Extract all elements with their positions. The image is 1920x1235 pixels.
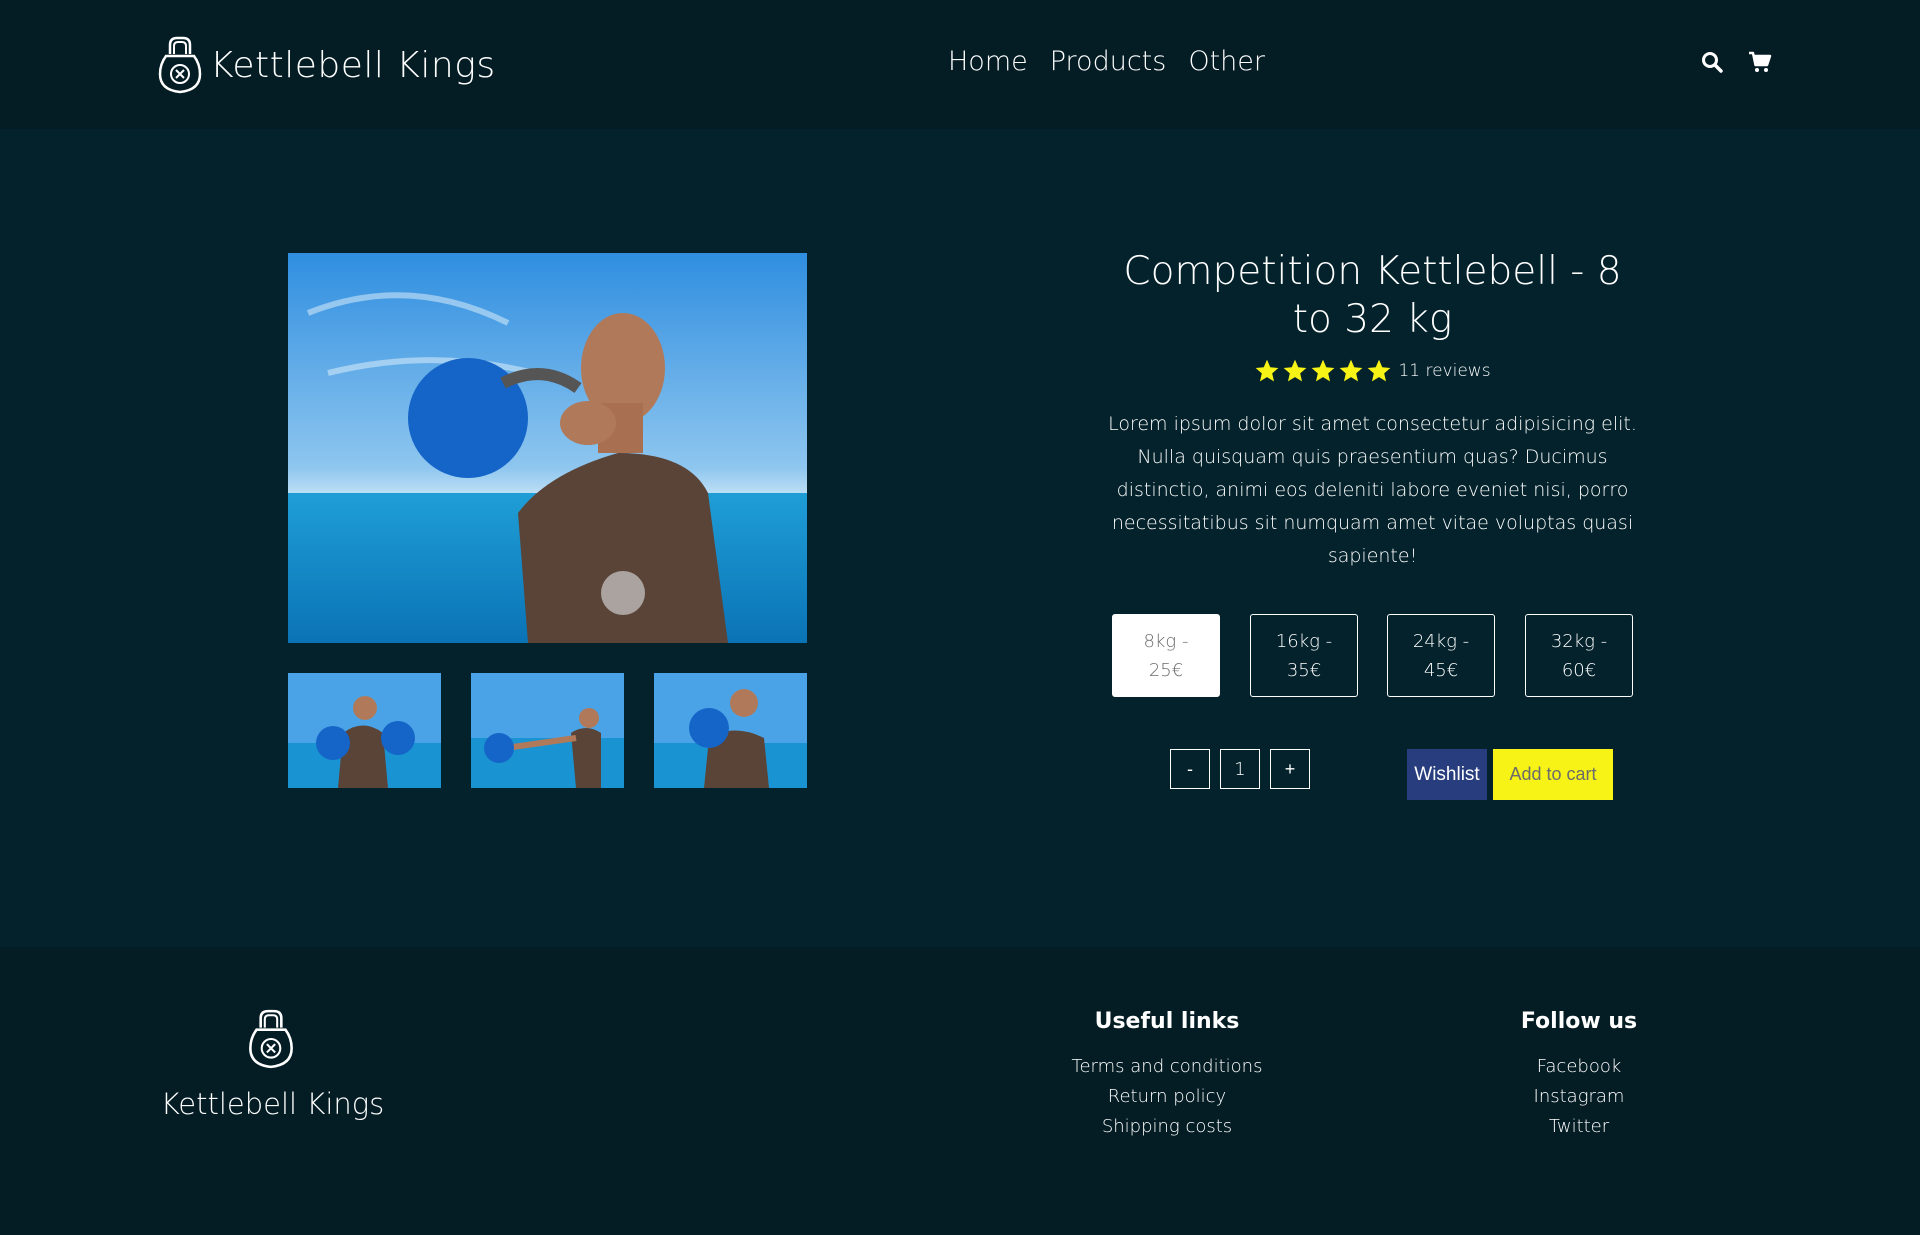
star-icon bbox=[1368, 359, 1391, 382]
header-icons bbox=[1700, 50, 1772, 74]
wishlist-button[interactable]: Wishlist bbox=[1407, 749, 1487, 800]
product-rating: 11 reviews bbox=[1100, 358, 1645, 384]
size-option-8kg[interactable]: 8kg - 25€ bbox=[1112, 614, 1220, 697]
product-description: Lorem ipsum dolor sit amet consectetur a… bbox=[1108, 413, 1637, 567]
kettlebell-logo-icon bbox=[249, 1009, 293, 1069]
nav-other[interactable]: Other bbox=[1188, 46, 1265, 77]
footer-link-facebook[interactable]: Facebook bbox=[1449, 1052, 1709, 1082]
add-to-cart-button[interactable]: Add to cart bbox=[1493, 749, 1613, 800]
footer-link-terms[interactable]: Terms and conditions bbox=[1037, 1052, 1297, 1082]
footer-link-instagram[interactable]: Instagram bbox=[1449, 1082, 1709, 1112]
star-icon bbox=[1256, 359, 1279, 382]
star-icon bbox=[1312, 359, 1335, 382]
footer-link-twitter[interactable]: Twitter bbox=[1449, 1112, 1709, 1142]
site-header: Kettlebell Kings Home Products Other bbox=[0, 0, 1920, 129]
quantity-decrease-button[interactable]: - bbox=[1170, 749, 1210, 789]
footer-follow-us: Follow us Facebook Instagram Twitter bbox=[1449, 1009, 1709, 1142]
nav-home[interactable]: Home bbox=[948, 46, 1028, 77]
product-thumbnail-2[interactable] bbox=[471, 673, 624, 788]
star-icon bbox=[1340, 359, 1363, 382]
footer-link-shipping[interactable]: Shipping costs bbox=[1037, 1112, 1297, 1142]
footer-link-return-policy[interactable]: Return policy bbox=[1037, 1082, 1297, 1112]
star-icon bbox=[1284, 359, 1307, 382]
footer-follow-us-title: Follow us bbox=[1520, 1009, 1638, 1034]
quantity-increase-button[interactable]: + bbox=[1270, 749, 1310, 789]
product-thumbnail-3[interactable] bbox=[654, 673, 807, 788]
product-thumbnail-1[interactable] bbox=[288, 673, 441, 788]
brand-name: Kettlebell Kings bbox=[210, 44, 496, 86]
size-option-16kg[interactable]: 16kg - 35€ bbox=[1250, 614, 1358, 697]
review-count[interactable]: 11 reviews bbox=[1398, 361, 1490, 381]
thumbnail-photo bbox=[288, 673, 441, 788]
nav-products[interactable]: Products bbox=[1050, 46, 1167, 77]
thumbnail-photo bbox=[471, 673, 624, 788]
footer-brand: Kettlebell Kings bbox=[160, 1087, 385, 1121]
footer-useful-links-title: Useful links bbox=[1094, 1009, 1240, 1034]
size-option-24kg[interactable]: 24kg - 45€ bbox=[1387, 614, 1495, 697]
thumbnail-photo bbox=[654, 673, 807, 788]
brand[interactable]: Kettlebell Kings bbox=[156, 34, 496, 96]
footer-useful-links: Useful links Terms and conditions Return… bbox=[1037, 1009, 1297, 1142]
product-main-image bbox=[288, 253, 807, 643]
main-nav: Home Products Other bbox=[948, 46, 1265, 77]
kettlebell-logo-icon bbox=[158, 36, 202, 94]
search-icon[interactable] bbox=[1700, 50, 1724, 74]
cart-icon[interactable] bbox=[1748, 50, 1772, 74]
site-footer: Kettlebell Kings Useful links Terms and … bbox=[0, 947, 1920, 1235]
product-photo bbox=[288, 253, 807, 643]
size-option-32kg[interactable]: 32kg - 60€ bbox=[1525, 614, 1633, 697]
quantity-input[interactable]: 1 bbox=[1220, 749, 1260, 789]
product-title: Competition Kettlebell - 8 to 32 kg bbox=[1123, 249, 1622, 342]
